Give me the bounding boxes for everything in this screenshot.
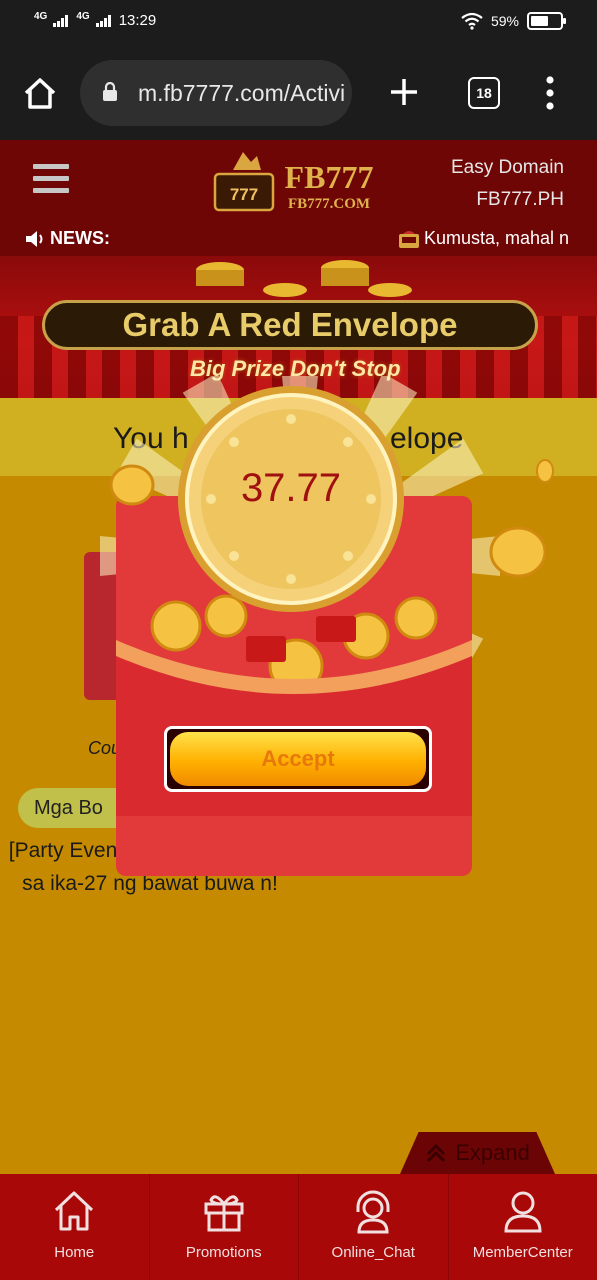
network-type-2: 4G xyxy=(76,11,90,22)
banner-title-pill: Grab A Red Envelope xyxy=(42,300,538,350)
browser-toolbar: m.fb7777.com/Activiti 18 xyxy=(0,46,597,140)
battery-icon xyxy=(527,12,566,30)
signal-icon xyxy=(53,14,69,27)
tab-count-button[interactable]: 18 xyxy=(468,77,500,109)
more-vert-icon[interactable] xyxy=(544,76,556,110)
nav-chat-label: Online_Chat xyxy=(331,1244,415,1261)
status-left: 4G 4G 13:29 xyxy=(34,11,157,29)
url-text[interactable]: m.fb7777.com/Activiti xyxy=(138,80,344,107)
menu-icon[interactable] xyxy=(33,164,69,194)
news-label: NEWS: xyxy=(24,228,110,249)
status-bar: 4G 4G 13:29 59% xyxy=(0,0,597,46)
logo-slot-text: 777 xyxy=(230,185,258,204)
site-logo[interactable]: 777 FB777 FB777.COM xyxy=(213,148,385,214)
nav-home-label: Home xyxy=(54,1244,95,1261)
slot-machine-icon xyxy=(399,230,419,248)
status-right: 59% xyxy=(461,12,566,30)
domain-line2: FB777.PH xyxy=(476,189,564,210)
nav-member-label: MemberCenter xyxy=(472,1244,573,1261)
double-chevron-up-icon xyxy=(427,1143,446,1163)
url-bar[interactable]: m.fb7777.com/Activiti xyxy=(80,60,352,126)
nav-member-center[interactable]: MemberCenter xyxy=(449,1174,597,1280)
you-got-text-right: elope xyxy=(390,422,464,455)
nav-promotions[interactable]: Promotions xyxy=(150,1174,299,1280)
news-label-text: NEWS: xyxy=(50,228,110,248)
accept-button[interactable]: Accept xyxy=(164,726,432,792)
news-ticker: Kumusta, mahal n xyxy=(398,228,588,249)
domain-line1: Easy Domain xyxy=(451,157,564,178)
expand-button[interactable]: Expand xyxy=(400,1132,555,1174)
you-got-text-left: You h xyxy=(113,422,189,455)
nav-online-chat[interactable]: Online_Chat xyxy=(299,1174,449,1280)
gift-icon xyxy=(204,1195,244,1232)
network-type-1: 4G xyxy=(34,11,48,22)
banner-subtitle: Big Prize Don't Stop xyxy=(190,356,401,381)
home-icon[interactable] xyxy=(20,74,60,114)
logo-main-text: FB777 xyxy=(285,159,374,195)
headset-icon xyxy=(356,1190,390,1234)
battery-fill xyxy=(531,16,548,26)
signal-icon-2 xyxy=(95,14,111,27)
coin-pile-decoration xyxy=(196,260,412,297)
site-header: 777 FB777 FB777.COM Easy Domain FB777.PH… xyxy=(0,140,597,256)
banner-title: Grab A Red Envelope xyxy=(122,306,458,343)
user-icon xyxy=(504,1191,542,1233)
wifi-icon xyxy=(461,12,483,30)
nav-promotions-label: Promotions xyxy=(185,1244,262,1261)
home-icon xyxy=(55,1191,94,1231)
accept-label: Accept xyxy=(170,732,426,786)
speaker-icon xyxy=(26,230,43,247)
tab-count: 18 xyxy=(476,85,492,101)
envelope-back xyxy=(116,496,472,876)
promo-banner: Grab A Red Envelope Big Prize Don't Stop xyxy=(0,256,597,401)
plus-icon[interactable] xyxy=(388,76,420,108)
nav-home[interactable]: Home xyxy=(0,1174,150,1280)
logo-sub-text: FB777.COM xyxy=(288,196,370,212)
easy-domain: Easy Domain FB777.PH xyxy=(451,152,564,216)
bottom-nav: Home Promotions Online_Chat MemberCenter xyxy=(0,1174,597,1280)
expand-label: Expand xyxy=(455,1140,530,1165)
highlight-strip xyxy=(0,398,597,476)
battery-percent: 59% xyxy=(490,13,519,29)
lock-icon xyxy=(103,82,117,101)
clock: 13:29 xyxy=(118,12,157,29)
ticker-text: Kumusta, mahal n xyxy=(424,228,570,248)
